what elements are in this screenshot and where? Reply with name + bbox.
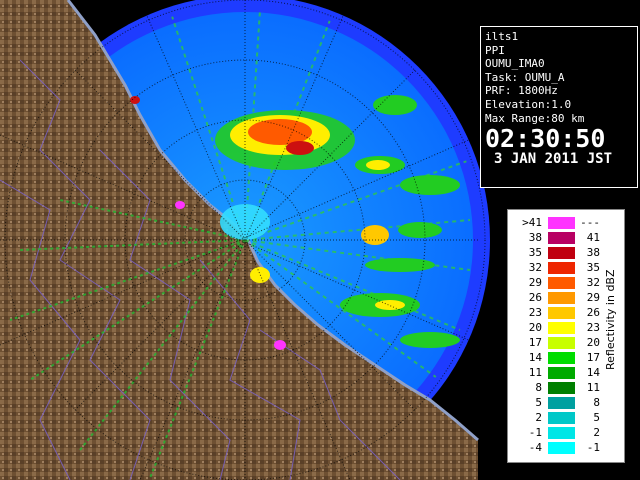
- legend-swatch: [548, 292, 575, 304]
- legend-label-high: 5: [593, 411, 600, 424]
- legend-label-low: -4: [528, 441, 542, 454]
- legend-label-low: 35: [528, 246, 542, 259]
- legend-unit-label: Reflectivity in dBZ: [604, 269, 617, 370]
- legend-label-low: 29: [528, 276, 542, 289]
- legend-label-low: 32: [528, 261, 542, 274]
- legend-label-high: 8: [593, 396, 600, 409]
- legend-label-low: >41: [522, 216, 542, 229]
- legend-swatch: [548, 307, 575, 319]
- legend-swatch: [548, 367, 575, 379]
- legend-swatch: [548, 322, 575, 334]
- legend-label-high: 26: [586, 306, 600, 319]
- legend-label-low: 8: [535, 381, 542, 394]
- legend-swatch: [548, 337, 575, 349]
- legend-label-high: 41: [586, 231, 600, 244]
- legend-label-low: 14: [528, 351, 542, 364]
- legend-label-low: 26: [528, 291, 542, 304]
- legend-label-high: 17: [586, 351, 600, 364]
- legend-swatch: [548, 412, 575, 424]
- legend-label-high: 14: [586, 366, 600, 379]
- legend-label-high: 20: [586, 336, 600, 349]
- legend-swatch: [548, 262, 575, 274]
- scan-time: 02:30:50: [485, 124, 606, 154]
- legend-label-low: 2: [535, 411, 542, 424]
- legend-label-high: ---: [580, 216, 600, 229]
- radar-info-panel: ilts1 PPI OUMU_IMA0 Task: OUMU_A PRF: 18…: [480, 26, 638, 188]
- legend-label-low: 20: [528, 321, 542, 334]
- legend-swatch: [548, 232, 575, 244]
- legend-label-high: 35: [586, 261, 600, 274]
- scan-mode: PPI: [485, 43, 505, 57]
- legend-label-high: 11: [586, 381, 600, 394]
- site-name: OUMU_IMA0: [485, 57, 545, 71]
- legend-swatch: [548, 277, 575, 289]
- legend-label-low: 17: [528, 336, 542, 349]
- legend-label-low: -1: [528, 426, 542, 439]
- legend-swatch: [548, 442, 575, 454]
- radar-name: ilts1: [485, 30, 519, 43]
- prf-value: PRF: 1800Hz: [485, 84, 558, 98]
- task-name: Task: OUMU_A: [485, 70, 565, 84]
- legend-swatch: [548, 427, 575, 439]
- elevation-value: Elevation:1.0: [485, 97, 572, 111]
- legend-label-high: 29: [586, 291, 600, 304]
- legend-label-high: 38: [586, 246, 600, 259]
- legend-label-high: -1: [586, 441, 600, 454]
- legend-label-low: 5: [535, 396, 542, 409]
- legend-swatch: [548, 247, 575, 259]
- legend-label-low: 11: [528, 366, 542, 379]
- scan-date: 3 JAN 2011 JST: [494, 151, 613, 168]
- legend-label-high: 32: [586, 276, 600, 289]
- legend-label-high: 2: [593, 426, 600, 439]
- max-range-value: Max Range:80 km: [485, 111, 585, 125]
- legend-swatch: [548, 217, 575, 229]
- legend-swatch: [548, 382, 575, 394]
- reflectivity-legend: >41 --- 38 41 35 38 32 35 29 32 26 29 23 26 20 23 17 20 14…: [507, 209, 625, 463]
- legend-label-low: 23: [528, 306, 542, 319]
- legend-swatch: [548, 397, 575, 409]
- legend-label-low: 38: [528, 231, 542, 244]
- legend-label-high: 23: [586, 321, 600, 334]
- legend-swatch: [548, 352, 575, 364]
